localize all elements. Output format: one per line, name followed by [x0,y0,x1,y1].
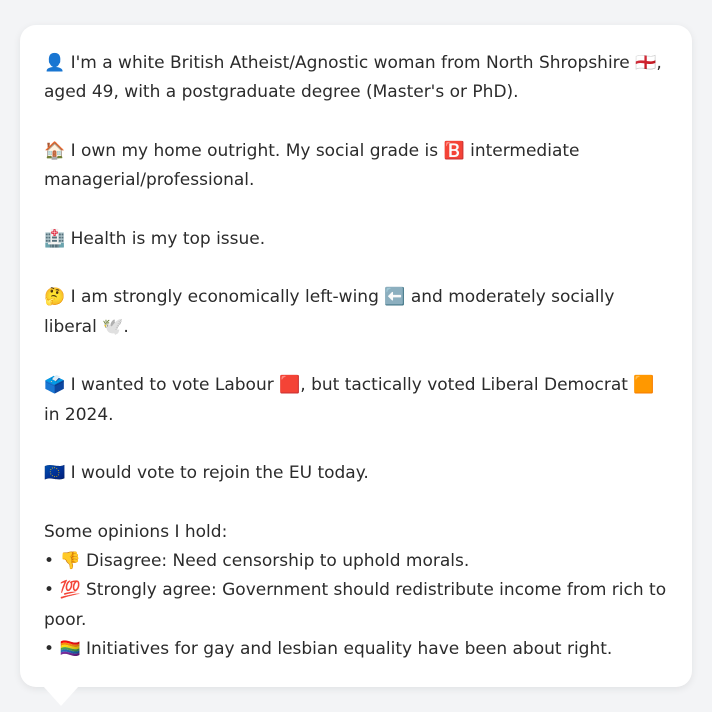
home-line: 🏠 I own my home outright. My social grad… [44,137,668,196]
rainbow-flag-icon: 🏳️‍🌈 [59,638,81,659]
eu-text: I would vote to rejoin the EU today. [70,463,369,484]
thinking-face-icon: 🤔 [44,287,66,308]
ideology-text: I am strongly economically left-wing ⬅️ … [44,287,615,337]
opinion-item: • 👎 Disagree: Need censorship to uphold … [44,547,668,576]
thumbs-down-icon: 👎 [59,551,81,572]
ideology-line: 🤔 I am strongly economically left-wing ⬅… [44,283,668,342]
vote-text: I wanted to vote Labour 🟥, but tacticall… [44,375,655,425]
hundred-points-icon: 💯 [59,580,81,601]
identity-line: 👤 I'm a white British Atheist/Agnostic w… [44,49,668,108]
vote-line: 🗳️ I wanted to vote Labour 🟥, but tactic… [44,371,668,430]
message-bubble: 👤 I'm a white British Atheist/Agnostic w… [20,25,692,687]
opinion-item: • 🏳️‍🌈 Initiatives for gay and lesbian e… [44,635,668,664]
eu-line: 🇪🇺 I would vote to rejoin the EU today. [44,459,668,488]
bullet: • [44,551,55,572]
issue-line: 🏥 Health is my top issue. [44,225,668,254]
opinion-text: Initiatives for gay and lesbian equality… [86,638,613,659]
bullet: • [44,638,55,659]
ballot-box-icon: 🗳️ [44,375,66,396]
opinion-item: • 💯 Strongly agree: Government should re… [44,576,668,635]
identity-text: I'm a white British Atheist/Agnostic wom… [44,53,662,103]
bullet: • [44,580,55,601]
opinion-text: Disagree: Need censorship to uphold mora… [86,551,470,572]
hospital-icon: 🏥 [44,228,66,249]
house-icon: 🏠 [44,140,66,161]
bubble-tail [43,686,79,706]
person-icon: 👤 [44,53,66,73]
home-text: I own my home outright. My social grade … [44,140,580,191]
issue-text: Health is my top issue. [70,228,266,249]
opinion-text: Strongly agree: Government should redist… [44,580,667,630]
eu-flag-icon: 🇪🇺 [44,463,66,484]
opinions-heading: Some opinions I hold: [44,521,228,542]
